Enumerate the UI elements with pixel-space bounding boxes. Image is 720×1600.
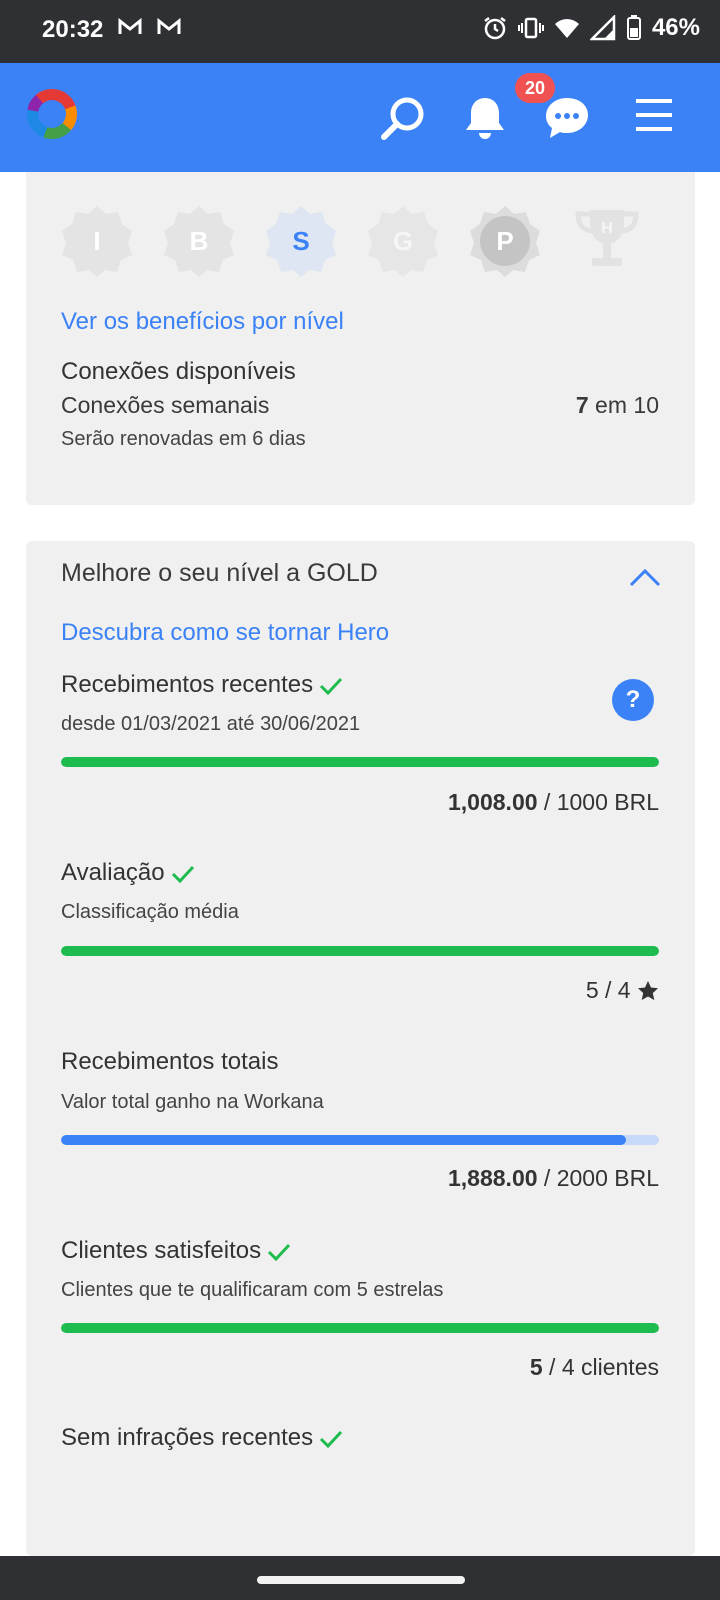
alarm-icon [484,17,506,40]
weekly-connections-value: 7 em 10 [575,392,659,418]
check-icon [171,865,194,883]
criterion-value: 5 / 4 [586,977,659,1004]
level-badge-platinum[interactable]: P [468,204,542,278]
wifi-icon [554,19,579,38]
check-icon [320,1430,343,1448]
criterion-title: Recebimentos recentes [61,671,343,699]
criterion-subtitle: Valor total ganho na Workana [61,1091,324,1113]
level-card: I B S G P H Ver os benefícios por nível … [26,172,695,505]
criterion-value: 1,888.00 / 2000 BRL [448,1165,659,1191]
criterion-subtitle: Classificação média [61,901,239,923]
progress-bar [61,1323,659,1333]
level-badges: I B S G P H [60,204,644,278]
criterion-title: Clientes satisfeitos [61,1237,291,1265]
criterion-value: 5 / 4 clientes [529,1354,659,1380]
weekly-connections-label: Conexões semanais [61,392,270,418]
check-icon [320,677,343,695]
renew-note: Serão renovadas em 6 dias [61,428,306,450]
progress-bar [61,946,659,956]
status-time: 20:32 [42,16,104,43]
gmail-icon [157,17,181,42]
signal-icon [589,15,616,41]
chat-icon[interactable] [544,95,590,141]
progress-bar [61,757,659,767]
hero-link[interactable]: Descubra como se tornar Hero [61,619,389,647]
gmail-icon [118,17,142,42]
status-bar: 20:32 46% [0,0,720,63]
battery-level: 46% [651,14,700,41]
benefits-link[interactable]: Ver os benefícios por nível [61,308,344,336]
menu-icon[interactable] [636,99,672,131]
help-button[interactable]: ? [612,679,654,721]
check-icon [268,1243,291,1261]
criterion-subtitle: Clientes que te qualificaram com 5 estre… [61,1279,444,1301]
connections-heading: Conexões disponíveis [61,358,296,385]
criterion-subtitle: desde 01/03/2021 até 30/06/2021 [61,713,361,735]
level-badge-silver[interactable]: S [264,204,338,278]
battery-icon [626,15,641,40]
bell-icon[interactable] [463,95,507,141]
criterion-title: Avaliação [61,859,195,887]
upgrade-card: Melhore o seu nível a GOLD Descubra como… [26,541,695,1556]
home-indicator[interactable] [257,1576,465,1584]
vibrate-icon [517,17,544,39]
criterion-title: Sem infrações recentes [61,1424,343,1452]
level-badge-gold[interactable]: G [366,204,440,278]
criterion-title: Recebimentos totais [61,1048,279,1075]
trophy-icon [575,210,639,266]
search-icon[interactable] [380,95,426,141]
level-badge-bronze[interactable]: B [162,204,236,278]
star-icon [638,981,658,1001]
progress-bar [61,1135,659,1145]
upgrade-title: Melhore o seu nível a GOLD [61,559,378,587]
level-badge-iron[interactable]: I [60,204,134,278]
level-badge-hero[interactable]: H [570,204,644,278]
app-bar: 20 [0,63,720,172]
criterion-value: 1,008.00 / 1000 BRL [448,789,659,815]
chevron-up-icon[interactable] [629,567,661,587]
logo[interactable] [27,89,77,139]
